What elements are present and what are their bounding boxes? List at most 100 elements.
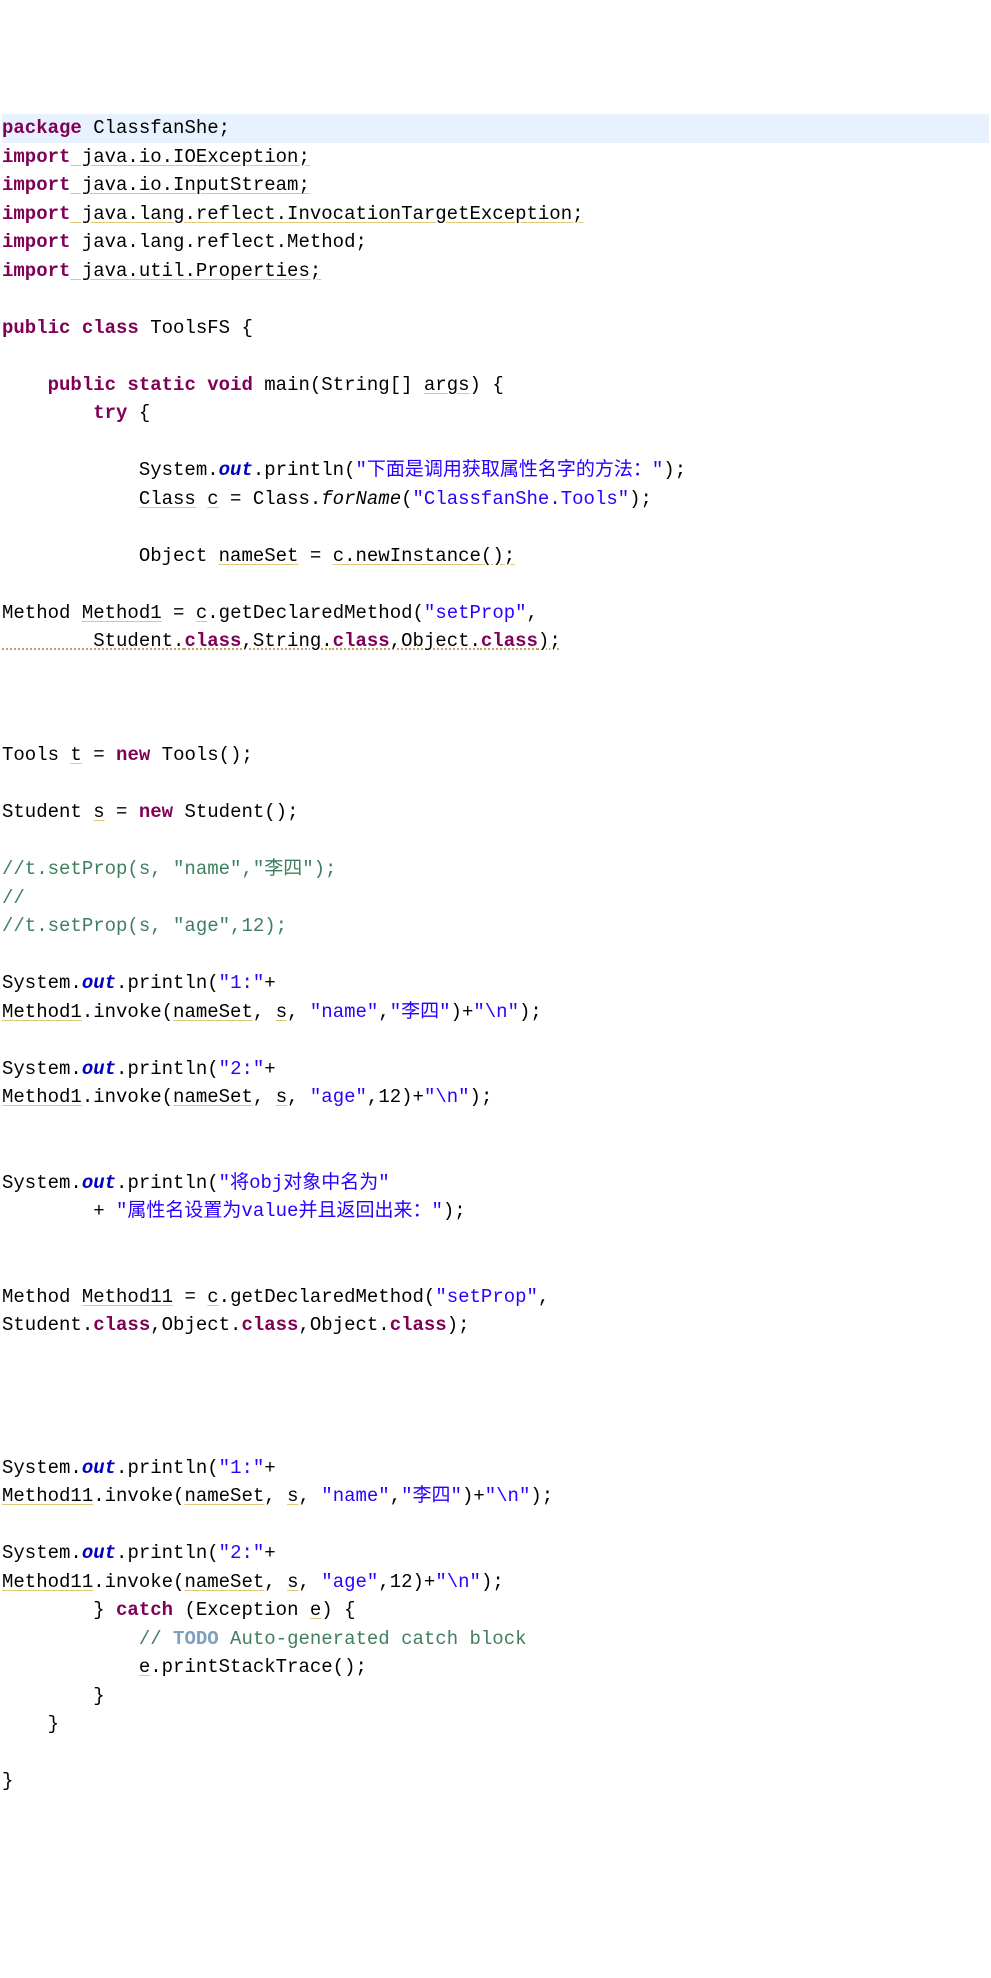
code-text: Student. — [2, 630, 184, 652]
comment: // — [139, 1628, 173, 1650]
code-text: Method — [2, 1286, 82, 1308]
string-literal: "下面是调用获取属性名字的方法：" — [355, 459, 663, 481]
code-text: , — [264, 1485, 287, 1507]
code-text: ); — [519, 1001, 542, 1023]
code-text: .invoke( — [93, 1571, 184, 1593]
string-literal: "\n" — [424, 1086, 470, 1108]
code-text: , — [538, 1286, 549, 1308]
code-text: ); — [443, 1200, 466, 1222]
code-text: = — [162, 602, 196, 624]
keyword: import — [2, 146, 70, 168]
code-text: Tools — [2, 744, 70, 766]
code-text: Method — [2, 602, 82, 624]
code-text — [2, 1628, 139, 1650]
string-literal: "setProp" — [435, 1286, 538, 1308]
variable: s — [276, 1001, 287, 1023]
keyword: new — [139, 801, 173, 823]
code-text: , — [298, 1485, 321, 1507]
keyword: class — [70, 317, 138, 339]
code-text: ); — [629, 488, 652, 510]
keyword: class — [481, 630, 538, 652]
code-text: System. — [2, 972, 82, 994]
variable: s — [276, 1086, 287, 1108]
keyword: import — [2, 174, 70, 196]
variable: c — [207, 488, 218, 510]
code-text: ) { — [321, 1599, 355, 1621]
code-text: ); — [538, 630, 561, 652]
variable: s — [287, 1571, 298, 1593]
code-text: .println( — [116, 1542, 219, 1564]
code-text: java.io.InputStream; — [70, 174, 309, 196]
code-text: + — [264, 1457, 275, 1479]
code-text: = — [298, 545, 332, 567]
code-text: .getDeclaredMethod( — [207, 602, 424, 624]
code-text: , — [253, 1086, 276, 1108]
keyword: new — [116, 744, 150, 766]
code-text: .printStackTrace(); — [150, 1656, 367, 1678]
code-text: , — [527, 602, 538, 624]
string-literal: "age" — [310, 1086, 367, 1108]
code-text: ( — [401, 488, 412, 510]
variable: c — [207, 1286, 218, 1308]
string-literal: "name" — [321, 1485, 389, 1507]
code-text: ,String. — [241, 630, 332, 652]
code-text: ,12)+ — [378, 1571, 435, 1593]
variable: s — [287, 1485, 298, 1507]
code-text: , — [378, 1001, 389, 1023]
code-text: ,Object. — [298, 1314, 389, 1336]
keyword: class — [333, 630, 390, 652]
code-text: , — [287, 1086, 310, 1108]
code-text: ,Object. — [390, 630, 481, 652]
code-text: } — [2, 1599, 116, 1621]
string-literal: "李四" — [401, 1485, 462, 1507]
comment: //t.setProp(s, "age",12); — [2, 915, 287, 937]
code-text: ); — [447, 1314, 470, 1336]
code-text: = — [82, 744, 116, 766]
code-text: System. — [2, 1172, 82, 1194]
code-text: Student. — [2, 1314, 93, 1336]
keyword: class — [93, 1314, 150, 1336]
variable: c — [196, 602, 207, 624]
code-text: ,12)+ — [367, 1086, 424, 1108]
keyword: public — [2, 317, 70, 339]
string-literal: "ClassfanShe.Tools" — [413, 488, 630, 510]
code-text: ,Object. — [150, 1314, 241, 1336]
static-field: out — [82, 1457, 116, 1479]
code-text: Student(); — [173, 801, 298, 823]
static-field: out — [82, 972, 116, 994]
code-text: , — [264, 1571, 287, 1593]
keyword: class — [390, 1314, 447, 1336]
code-text: } — [2, 1685, 105, 1707]
code-text: .invoke( — [82, 1001, 173, 1023]
code-text: java.lang.reflect.Method; — [70, 231, 366, 253]
code-text: .invoke( — [93, 1485, 184, 1507]
code-text: = — [173, 1286, 207, 1308]
code-text: .println( — [116, 1172, 219, 1194]
todo-tag: TODO — [173, 1628, 219, 1650]
code-text: = — [105, 801, 139, 823]
string-literal: "2:" — [219, 1058, 265, 1080]
code-text: , — [287, 1001, 310, 1023]
code-text: + — [264, 972, 275, 994]
code-text: ToolsFS { — [139, 317, 253, 339]
code-text: ); — [470, 1086, 493, 1108]
code-text: main(String[] — [253, 374, 424, 396]
code-text: , — [298, 1571, 321, 1593]
variable: args — [424, 374, 470, 396]
code-text: java.io.IOException; — [70, 146, 309, 168]
string-literal: "属性名设置为value并且返回出来：" — [116, 1200, 443, 1222]
code-text: ClassfanShe; — [82, 117, 230, 139]
comment: //t.setProp(s, "name","李四"); — [2, 858, 336, 880]
code-text — [2, 488, 139, 510]
code-text: ); — [663, 459, 686, 481]
code-text: Tools(); — [150, 744, 253, 766]
variable: nameSet — [184, 1485, 264, 1507]
variable: Method1 — [2, 1001, 82, 1023]
variable: t — [70, 744, 81, 766]
code-text: } — [2, 1713, 59, 1735]
string-literal: "1:" — [219, 972, 265, 994]
comment: // — [2, 887, 25, 909]
code-text: , — [253, 1001, 276, 1023]
string-literal: "1:" — [219, 1457, 265, 1479]
variable: nameSet — [173, 1001, 253, 1023]
